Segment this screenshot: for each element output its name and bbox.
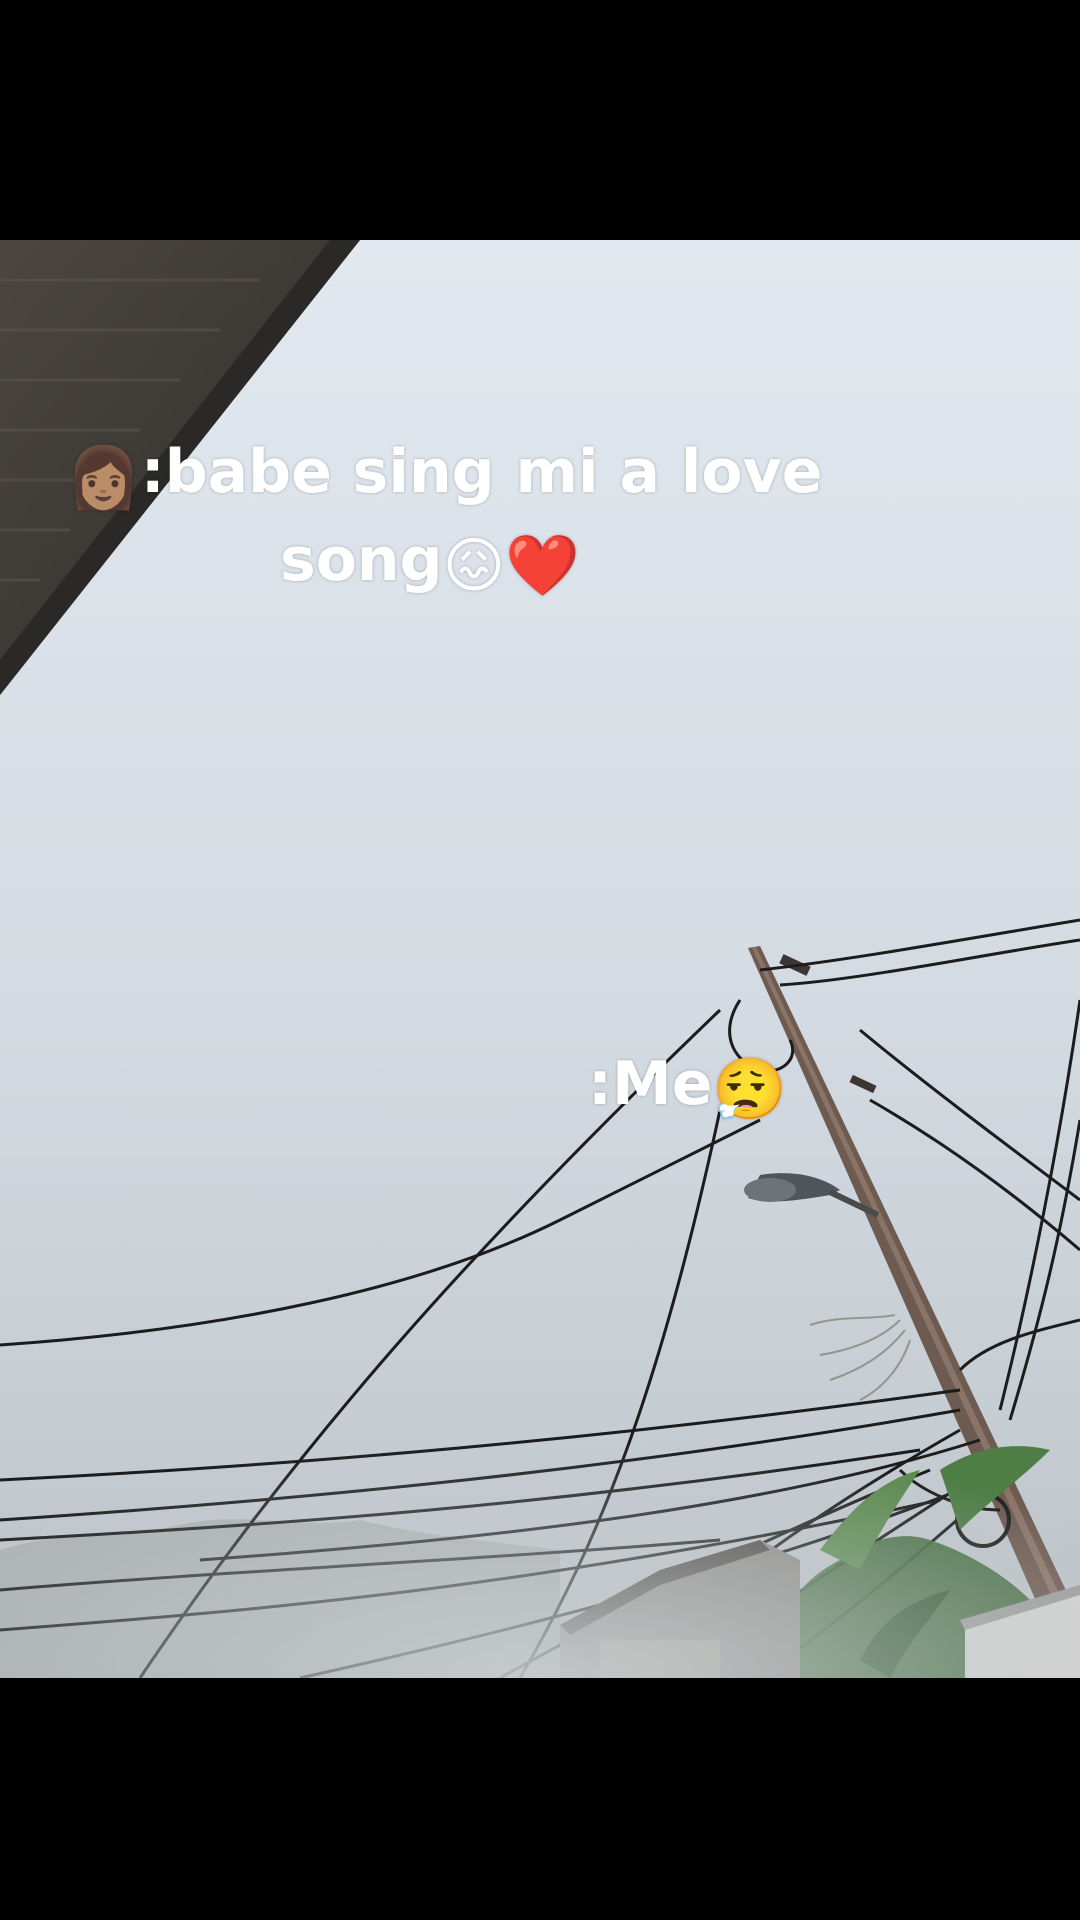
confounded-face-emoji-icon: 😖	[442, 531, 506, 601]
caption-text-line-1: :babe sing mi a love	[140, 437, 823, 507]
red-heart-emoji-icon: ❤️	[505, 531, 580, 601]
video-frame: 👩🏽:babe sing mi a love song😖❤️ :Me😮‍💨	[0, 0, 1080, 1920]
woman-emoji-icon: 👩🏽	[66, 443, 141, 513]
caption-text-line-2: song	[280, 525, 443, 595]
letterbox-bottom	[0, 1678, 1080, 1920]
exhaling-face-emoji-icon: 😮‍💨	[712, 1055, 788, 1125]
fog	[0, 1340, 1080, 1678]
letterbox-top	[0, 0, 1080, 240]
caption-me: :Me😮‍💨	[588, 1040, 787, 1134]
caption-me-text: :Me	[588, 1049, 713, 1119]
caption-girlfriend-line-2: song😖❤️	[280, 516, 580, 610]
caption-girlfriend-line: 👩🏽:babe sing mi a love	[66, 428, 822, 522]
